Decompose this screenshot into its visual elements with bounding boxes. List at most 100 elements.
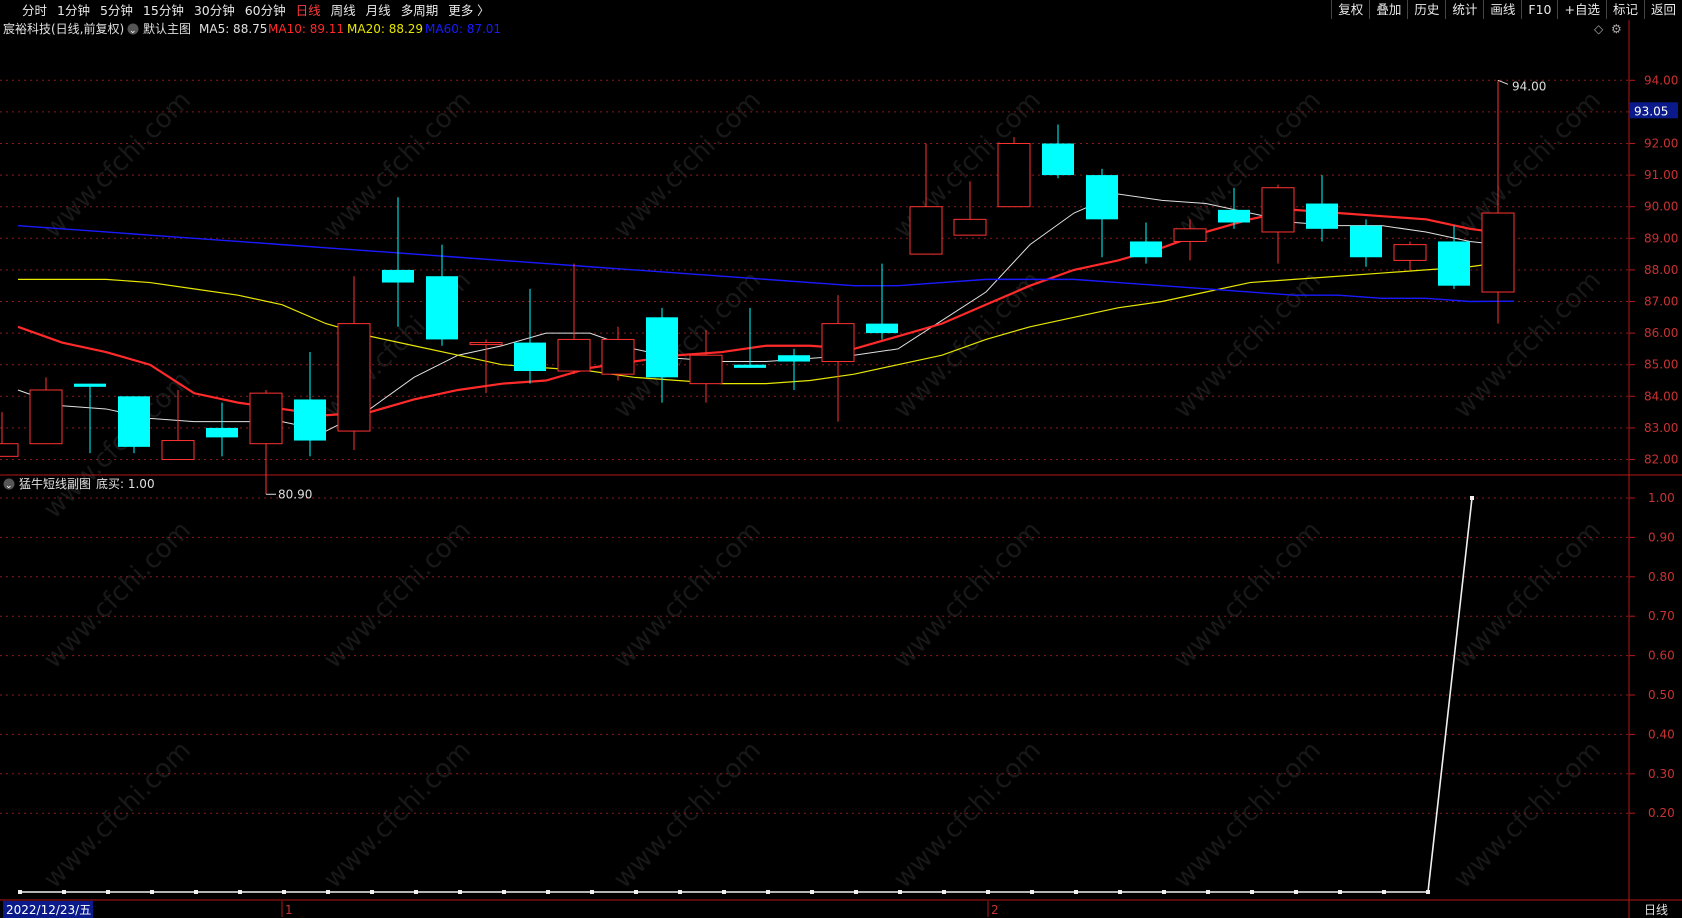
candle-body-down <box>1218 209 1250 223</box>
ma-legend-1: MA10: 89.11 <box>268 22 344 36</box>
sub-series-point <box>326 890 330 894</box>
sub-chart-toggle-chevron: ⌄ <box>5 481 13 491</box>
sub-series-point <box>150 890 154 894</box>
template-toggle-chevron: ⌄ <box>129 26 137 36</box>
candle-body-up <box>909 206 943 255</box>
price-tick-label: 91.00 <box>1644 168 1678 182</box>
ma-legend-2: MA20: 88.29 <box>347 22 423 36</box>
ma-legend-3: MA60: 87.01 <box>425 22 501 36</box>
candle-body-down <box>1306 203 1338 229</box>
candle-body-down <box>382 269 414 283</box>
price-tick-label: 88.00 <box>1644 263 1678 277</box>
candle-body-down <box>1438 241 1470 286</box>
candle-body-down <box>514 342 546 372</box>
price-tick-label: 87.00 <box>1644 295 1678 309</box>
candle-body-up <box>1481 212 1515 293</box>
price-tick-label: 85.00 <box>1644 358 1678 372</box>
current-price-tag: 93.05 <box>1634 104 1668 118</box>
candle-body-down <box>646 317 678 378</box>
sub-series-point <box>1470 496 1474 500</box>
candle-body-down <box>118 396 150 447</box>
sub-series-point <box>458 890 462 894</box>
candle-body-up <box>689 354 723 385</box>
kline-chart[interactable]: 94.0093.0092.0091.0090.0089.0088.0087.00… <box>0 0 1682 918</box>
price-tick-label: 86.00 <box>1644 326 1678 340</box>
price-tick-label: 83.00 <box>1644 421 1678 435</box>
sub-tick-label: 0.30 <box>1648 767 1675 781</box>
sub-series-point <box>942 890 946 894</box>
sub-series-point <box>282 890 286 894</box>
candle-body-down <box>1130 241 1162 258</box>
sub-series-point <box>1338 890 1342 894</box>
diamond-icon: ◇ <box>1594 22 1604 36</box>
sub-series-point <box>1118 890 1122 894</box>
candle-body-up <box>601 338 635 375</box>
sub-series-point <box>1426 890 1430 894</box>
price-tick-label: 92.00 <box>1644 137 1678 151</box>
sub-series-point <box>854 890 858 894</box>
candle-body-down <box>1086 175 1118 220</box>
settings-gear-icon: ⚙ <box>1611 22 1622 36</box>
candle-body-up <box>1173 228 1207 242</box>
candle-body-up <box>1261 187 1295 233</box>
sub-series-point <box>634 890 638 894</box>
sub-series-point <box>414 890 418 894</box>
sub-series-point <box>18 890 22 894</box>
sub-series-point <box>1294 890 1298 894</box>
period-label: 日线 <box>1644 903 1668 917</box>
month-mark-label: 2 <box>991 903 999 917</box>
stock-title: 宸裕科技(日线,前复权) <box>3 21 124 36</box>
sub-series-point <box>810 890 814 894</box>
sub-series-point <box>194 890 198 894</box>
sub-series-point <box>106 890 110 894</box>
candle-body-up <box>557 338 591 372</box>
ma-line-ma60 <box>17 224 1515 303</box>
sub-series-point <box>1250 890 1254 894</box>
sub-series-point <box>722 890 726 894</box>
candle-body-down <box>778 355 810 362</box>
sub-tick-label: 0.40 <box>1648 727 1675 741</box>
low-marker-label: 80.90 <box>278 487 312 501</box>
candle-body-up <box>337 323 371 432</box>
candle-body-up <box>0 443 19 457</box>
sub-series-point <box>1382 890 1386 894</box>
sub-series-point <box>766 890 770 894</box>
sub-series-point <box>1074 890 1078 894</box>
ma-legend-0: MA5: 88.75 <box>199 22 267 36</box>
candle-body-down <box>734 364 766 368</box>
candle-body-down <box>1350 225 1382 258</box>
sub-tick-label: 0.20 <box>1648 806 1675 820</box>
candle-body-down <box>294 399 326 441</box>
sub-series-point <box>370 890 374 894</box>
candle-body-up <box>821 323 855 363</box>
sub-tick-label: 0.70 <box>1648 609 1675 623</box>
sub-series-point <box>1206 890 1210 894</box>
high-marker-arrow <box>1497 79 1509 85</box>
sub-tick-label: 0.90 <box>1648 530 1675 544</box>
candle-body-up <box>997 143 1031 208</box>
candle-body-up <box>29 389 63 445</box>
sub-chart-value: 底买: 1.00 <box>96 476 155 491</box>
candle-body-up <box>249 392 283 445</box>
price-tick-label: 94.00 <box>1644 73 1678 87</box>
sub-series-point <box>678 890 682 894</box>
sub-series-point <box>1030 890 1034 894</box>
sub-series-point <box>986 890 990 894</box>
candle-body-up <box>953 218 987 236</box>
sub-series-point <box>546 890 550 894</box>
candle-body-up <box>469 342 503 346</box>
sub-chart-title: 猛牛短线副图 <box>19 476 91 491</box>
sub-series-point <box>590 890 594 894</box>
price-tick-label: 89.00 <box>1644 231 1678 245</box>
sub-series-point <box>1162 890 1166 894</box>
candle-body-down <box>866 323 898 334</box>
candle-body-down <box>206 427 238 438</box>
sub-tick-label: 0.50 <box>1648 688 1675 702</box>
candle-body-down <box>74 383 106 387</box>
sub-series-point <box>238 890 242 894</box>
price-tick-label: 84.00 <box>1644 389 1678 403</box>
sub-tick-label: 0.80 <box>1648 570 1675 584</box>
candle-body-down <box>426 276 458 340</box>
candle-body-up <box>161 440 195 461</box>
date-label: 2022/12/23/五 <box>6 903 91 917</box>
